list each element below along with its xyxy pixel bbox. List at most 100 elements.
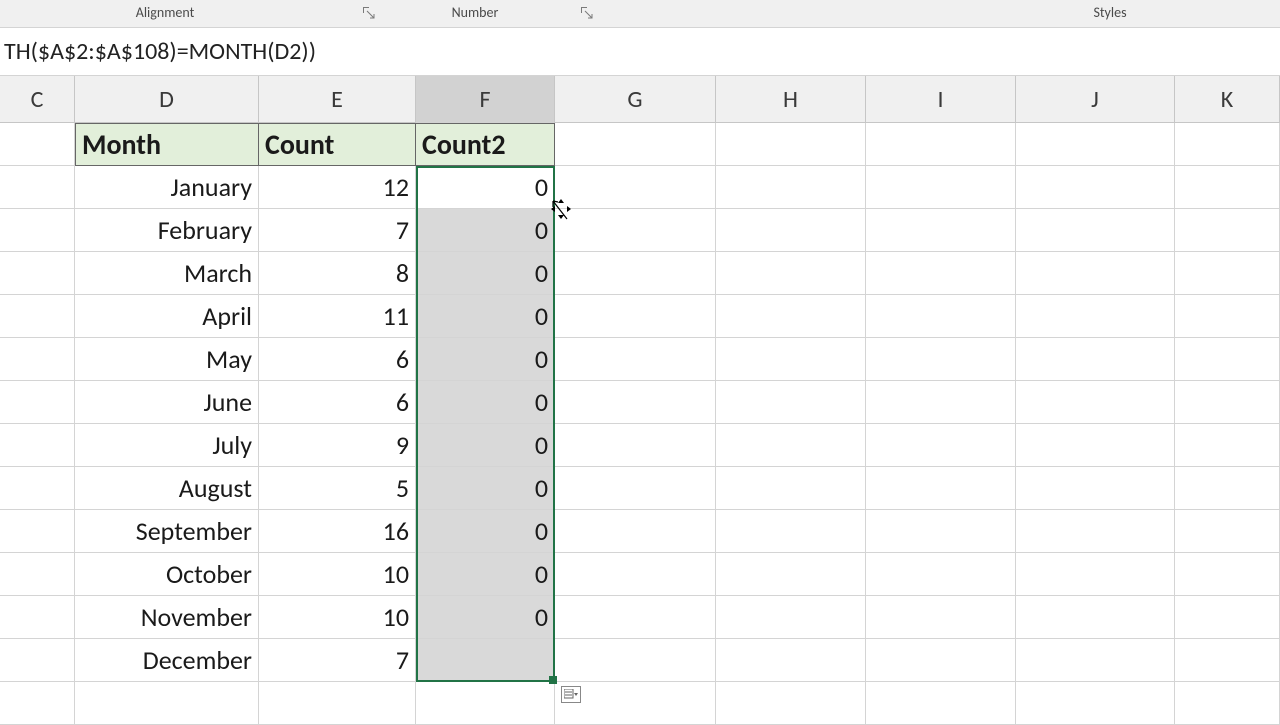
formula-bar[interactable]: TH($A$2:$A$108)=MONTH(D2)) — [0, 28, 1280, 76]
column-header-F[interactable]: F — [416, 76, 555, 123]
spreadsheet-grid[interactable]: CDEFGHIJK MonthCountCount2January120Febr… — [0, 76, 1280, 725]
cell-G2[interactable] — [555, 166, 716, 209]
cell-K7[interactable] — [1175, 381, 1280, 424]
cell-count2[interactable]: 0 — [416, 553, 555, 596]
cell-G3[interactable] — [555, 209, 716, 252]
cell-count[interactable]: 7 — [259, 639, 416, 682]
cell-month[interactable]: September — [75, 510, 259, 553]
cell-count[interactable]: 9 — [259, 424, 416, 467]
cell-C12[interactable] — [0, 596, 75, 639]
cell-C2[interactable] — [0, 166, 75, 209]
cell-C6[interactable] — [0, 338, 75, 381]
cell-count2[interactable]: 0 — [416, 209, 555, 252]
cell-C7[interactable] — [0, 381, 75, 424]
cell-count[interactable]: 6 — [259, 338, 416, 381]
cell-J8[interactable] — [1016, 424, 1175, 467]
cell-month[interactable]: May — [75, 338, 259, 381]
cell-J4[interactable] — [1016, 252, 1175, 295]
cell-count[interactable]: 5 — [259, 467, 416, 510]
cell-G4[interactable] — [555, 252, 716, 295]
header-month[interactable]: Month — [75, 123, 259, 166]
cell-I9[interactable] — [866, 467, 1016, 510]
cell-I4[interactable] — [866, 252, 1016, 295]
cell-count2[interactable] — [416, 639, 555, 682]
cell-G8[interactable] — [555, 424, 716, 467]
cell-month[interactable]: June — [75, 381, 259, 424]
cell-I11[interactable] — [866, 553, 1016, 596]
cell-K11[interactable] — [1175, 553, 1280, 596]
cell-J6[interactable] — [1016, 338, 1175, 381]
cell-count2[interactable]: 0 — [416, 338, 555, 381]
cell-count[interactable]: 12 — [259, 166, 416, 209]
cell-month[interactable]: November — [75, 596, 259, 639]
cell-month[interactable]: February — [75, 209, 259, 252]
cell-G7[interactable] — [555, 381, 716, 424]
cell-count2[interactable]: 0 — [416, 510, 555, 553]
cell-C14[interactable] — [0, 682, 75, 725]
cell-count[interactable]: 6 — [259, 381, 416, 424]
cell-H4[interactable] — [716, 252, 866, 295]
cell-K1[interactable] — [1175, 123, 1280, 166]
cell-count[interactable]: 10 — [259, 596, 416, 639]
column-header-E[interactable]: E — [259, 76, 416, 123]
cell-J3[interactable] — [1016, 209, 1175, 252]
cell-count2[interactable]: 0 — [416, 166, 555, 209]
cell-F14[interactable] — [416, 682, 555, 725]
cell-month[interactable]: April — [75, 295, 259, 338]
cell-J10[interactable] — [1016, 510, 1175, 553]
cell-H9[interactable] — [716, 467, 866, 510]
cell-J5[interactable] — [1016, 295, 1175, 338]
cell-K10[interactable] — [1175, 510, 1280, 553]
cell-count[interactable]: 11 — [259, 295, 416, 338]
cell-C1[interactable] — [0, 123, 75, 166]
cell-count[interactable]: 8 — [259, 252, 416, 295]
cell-G1[interactable] — [555, 123, 716, 166]
cell-J13[interactable] — [1016, 639, 1175, 682]
cell-D14[interactable] — [75, 682, 259, 725]
cell-J14[interactable] — [1016, 682, 1175, 725]
cell-count[interactable]: 7 — [259, 209, 416, 252]
cell-K12[interactable] — [1175, 596, 1280, 639]
cell-H14[interactable] — [716, 682, 866, 725]
cell-J9[interactable] — [1016, 467, 1175, 510]
cell-K8[interactable] — [1175, 424, 1280, 467]
cell-K3[interactable] — [1175, 209, 1280, 252]
cell-G11[interactable] — [555, 553, 716, 596]
column-header-I[interactable]: I — [866, 76, 1016, 123]
cell-G12[interactable] — [555, 596, 716, 639]
column-header-J[interactable]: J — [1016, 76, 1175, 123]
cell-I5[interactable] — [866, 295, 1016, 338]
cell-month[interactable]: January — [75, 166, 259, 209]
column-header-G[interactable]: G — [555, 76, 716, 123]
cell-count2[interactable]: 0 — [416, 381, 555, 424]
cell-H13[interactable] — [716, 639, 866, 682]
cell-H5[interactable] — [716, 295, 866, 338]
cell-H1[interactable] — [716, 123, 866, 166]
cell-month[interactable]: December — [75, 639, 259, 682]
cell-J7[interactable] — [1016, 381, 1175, 424]
cell-H10[interactable] — [716, 510, 866, 553]
alignment-dialog-launcher-icon[interactable] — [362, 6, 376, 20]
header-count2[interactable]: Count2 — [416, 123, 555, 166]
cell-C3[interactable] — [0, 209, 75, 252]
cell-J12[interactable] — [1016, 596, 1175, 639]
number-dialog-launcher-icon[interactable] — [580, 6, 594, 20]
cell-count2[interactable]: 0 — [416, 295, 555, 338]
cell-count2[interactable]: 0 — [416, 252, 555, 295]
cell-month[interactable]: July — [75, 424, 259, 467]
cell-I12[interactable] — [866, 596, 1016, 639]
cell-count[interactable]: 10 — [259, 553, 416, 596]
cell-J2[interactable] — [1016, 166, 1175, 209]
cell-K13[interactable] — [1175, 639, 1280, 682]
cell-count2[interactable]: 0 — [416, 596, 555, 639]
cell-C8[interactable] — [0, 424, 75, 467]
cell-J11[interactable] — [1016, 553, 1175, 596]
cell-K4[interactable] — [1175, 252, 1280, 295]
cell-count[interactable]: 16 — [259, 510, 416, 553]
cell-H2[interactable] — [716, 166, 866, 209]
header-count[interactable]: Count — [259, 123, 416, 166]
cell-I8[interactable] — [866, 424, 1016, 467]
cell-K6[interactable] — [1175, 338, 1280, 381]
cell-C4[interactable] — [0, 252, 75, 295]
cell-K2[interactable] — [1175, 166, 1280, 209]
